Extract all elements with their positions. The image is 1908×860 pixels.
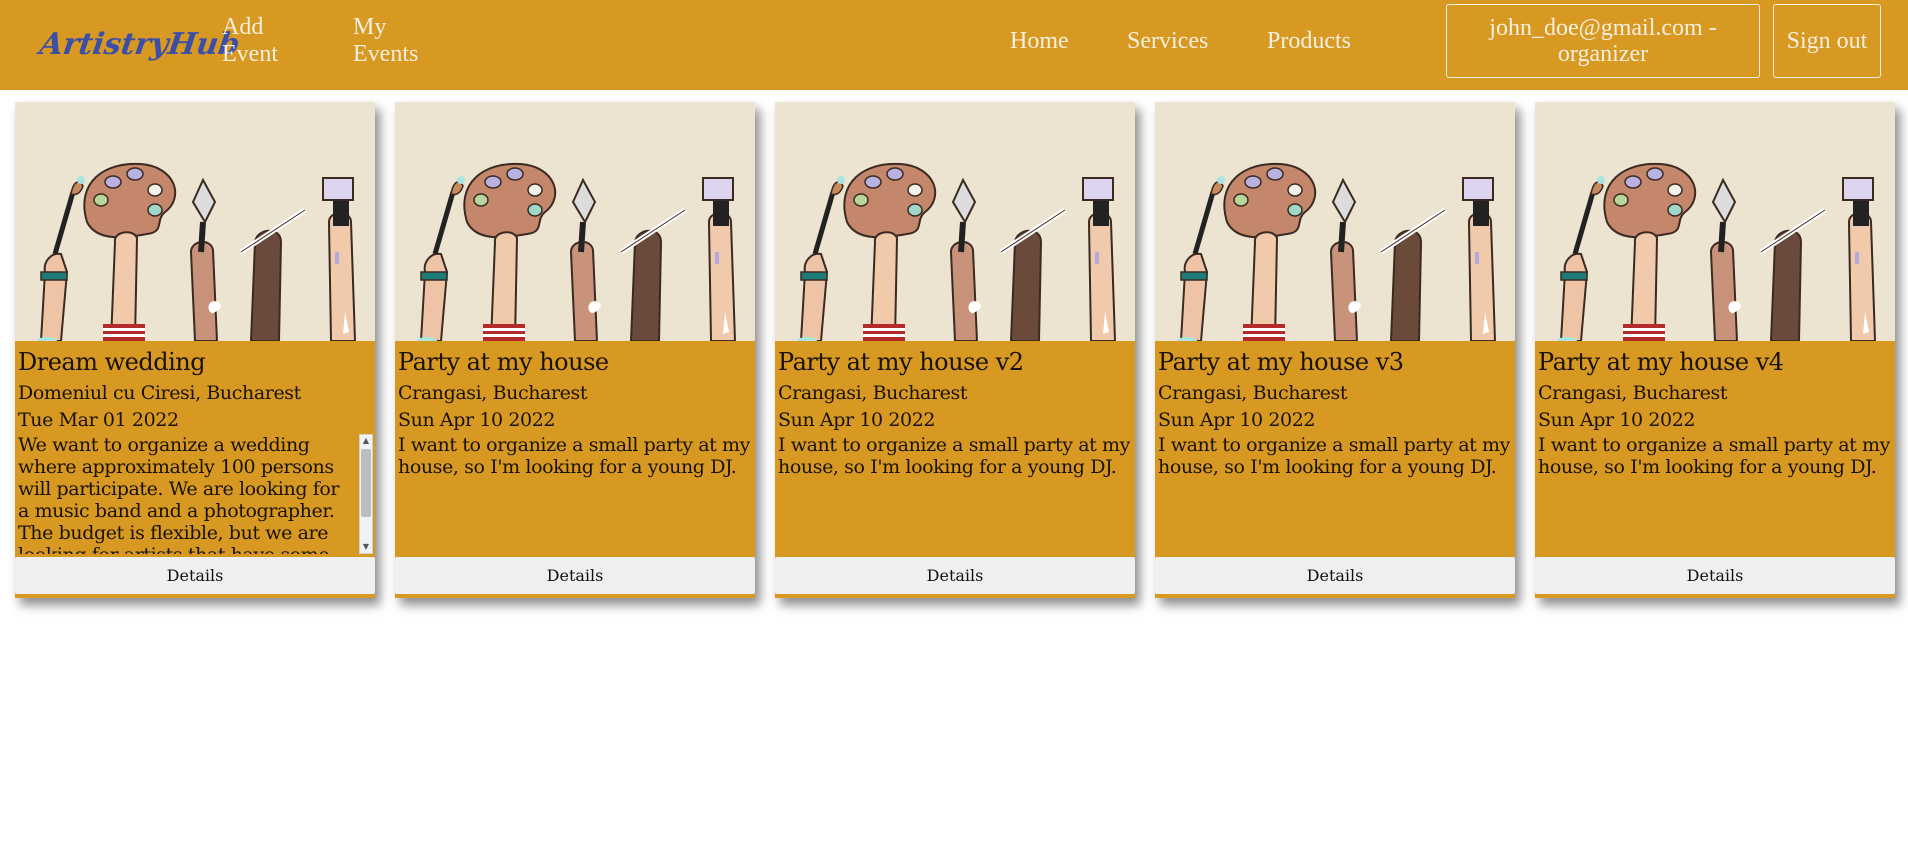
user-account-button[interactable]: john_doe@gmail.com - organizer — [1446, 4, 1760, 78]
scroll-down-icon[interactable]: ▼ — [360, 541, 372, 553]
event-image — [775, 102, 1135, 341]
event-date: Sun Apr 10 2022 — [778, 409, 936, 431]
event-image — [1535, 102, 1895, 341]
sign-out-button[interactable]: Sign out — [1773, 4, 1881, 78]
event-description: I want to organize a small party at my h… — [398, 434, 750, 478]
event-image — [395, 102, 755, 341]
scroll-up-icon[interactable]: ▲ — [360, 435, 372, 447]
details-button[interactable]: Details — [775, 557, 1135, 594]
event-description[interactable]: We want to organize a wedding where appr… — [18, 434, 354, 554]
event-date: Tue Mar 01 2022 — [18, 409, 179, 431]
event-card: Party at my house v4 Crangasi, Bucharest… — [1535, 102, 1895, 598]
event-location: Crangasi, Bucharest — [398, 382, 588, 404]
brand-logo[interactable]: ArtistryHub — [36, 16, 243, 72]
scroll-thumb[interactable] — [361, 449, 371, 517]
details-button[interactable]: Details — [15, 557, 375, 594]
event-title: Party at my house v2 — [778, 348, 1024, 376]
event-title: Dream wedding — [18, 348, 206, 376]
event-location: Domeniul cu Ciresi, Bucharest — [18, 382, 301, 404]
nav-add-event[interactable]: Add Event — [222, 14, 322, 68]
event-title: Party at my house — [398, 348, 609, 376]
event-date: Sun Apr 10 2022 — [1538, 409, 1696, 431]
event-image — [15, 102, 375, 341]
event-description: I want to organize a small party at my h… — [1158, 434, 1510, 478]
event-image — [1155, 102, 1515, 341]
event-card: Party at my house v3 Crangasi, Bucharest… — [1155, 102, 1515, 598]
details-button[interactable]: Details — [1535, 557, 1895, 594]
event-title: Party at my house v4 — [1538, 348, 1784, 376]
nav-services[interactable]: Services — [1127, 28, 1208, 55]
event-date: Sun Apr 10 2022 — [398, 409, 556, 431]
navbar: ArtistryHub Add Event My Events Home Ser… — [0, 0, 1908, 90]
nav-my-events[interactable]: My Events — [353, 14, 453, 68]
nav-home[interactable]: Home — [1010, 28, 1069, 55]
event-date: Sun Apr 10 2022 — [1158, 409, 1316, 431]
event-location: Crangasi, Bucharest — [778, 382, 968, 404]
event-card: Party at my house v2 Crangasi, Bucharest… — [775, 102, 1135, 598]
event-card: Dream wedding Domeniul cu Ciresi, Buchar… — [15, 102, 375, 598]
event-title: Party at my house v3 — [1158, 348, 1404, 376]
event-description: I want to organize a small party at my h… — [778, 434, 1130, 478]
event-card: Party at my house Crangasi, Bucharest Su… — [395, 102, 755, 598]
details-button[interactable]: Details — [1155, 557, 1515, 594]
nav-products[interactable]: Products — [1267, 28, 1351, 55]
details-button[interactable]: Details — [395, 557, 755, 594]
event-location: Crangasi, Bucharest — [1538, 382, 1728, 404]
event-description: I want to organize a small party at my h… — [1538, 434, 1890, 478]
description-scrollbar[interactable]: ▲ ▼ — [359, 434, 373, 554]
event-location: Crangasi, Bucharest — [1158, 382, 1348, 404]
